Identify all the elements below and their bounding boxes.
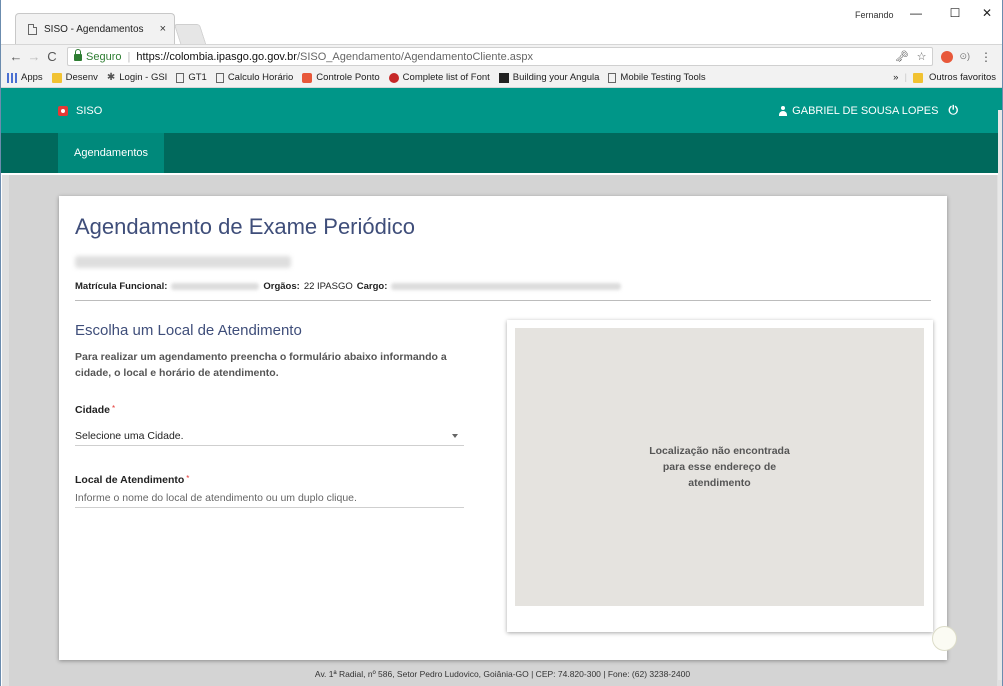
bookmark-calculo-horario[interactable]: Calculo Horário xyxy=(215,72,293,83)
page-icon xyxy=(215,72,224,83)
address-separator: | xyxy=(127,50,131,63)
extension-counter[interactable]: ⊙) xyxy=(959,51,970,62)
brand-logo-icon xyxy=(58,105,68,116)
secure-label: Seguro xyxy=(86,50,122,63)
bookmark-font-list[interactable]: Complete list of Font xyxy=(388,72,490,83)
local-atendimento-label: Local de Atendimento * xyxy=(75,474,190,486)
section-description: Para realizar um agendamento preencha o … xyxy=(75,351,447,379)
cidade-label: Cidade * xyxy=(75,404,116,416)
bookmark-desenv[interactable]: Desenv xyxy=(51,72,98,83)
browser-menu-icon[interactable]: ⋮ xyxy=(976,50,996,64)
red-square-icon xyxy=(302,72,313,83)
employee-info: Matrícula Funcional: Orgãos: 22 IPASGO C… xyxy=(75,281,625,292)
forward-button[interactable]: → xyxy=(25,49,43,64)
extension-icon[interactable] xyxy=(941,50,954,63)
nav-item-agendamentos[interactable]: Agendamentos xyxy=(58,133,164,173)
bookmarks-bar: Apps Desenv ✱ Login - GSI GT1 Calculo Hor… xyxy=(1,68,1002,88)
back-button[interactable]: ← xyxy=(7,49,25,64)
folder-icon xyxy=(51,72,62,83)
brand-name: SISO xyxy=(76,104,103,117)
cargo-label: Cargo: xyxy=(356,281,388,292)
browser-tab[interactable]: SISO - Agendamentos × xyxy=(15,13,175,44)
minimize-button[interactable]: — xyxy=(904,6,928,20)
address-toolbar: ← → C Seguro | https://colombia.ipasgo.g… xyxy=(1,44,1002,68)
new-tab-button[interactable] xyxy=(173,24,207,44)
browser-window: SISO - Agendamentos × Fernando — ☐ ✕ ← →… xyxy=(0,0,1003,686)
apps-icon xyxy=(7,72,17,83)
page-icon xyxy=(28,23,37,35)
map-card: Localização não encontrada para esse end… xyxy=(507,320,933,632)
redacted-matricula xyxy=(171,283,260,290)
key-icon[interactable]: 🗝 xyxy=(895,50,909,63)
cidade-select[interactable]: Selecione uma Cidade. xyxy=(75,426,464,446)
user-icon xyxy=(778,105,788,116)
user-menu[interactable]: GABRIEL DE SOUSA LOPES ⏻ xyxy=(778,103,958,118)
lock-icon xyxy=(74,49,82,61)
bookmarks-more-button[interactable]: » xyxy=(893,72,898,83)
required-mark: * xyxy=(186,474,190,483)
red-dot-icon xyxy=(388,72,399,83)
maximize-button[interactable]: ☐ xyxy=(943,6,967,20)
url-host: https://colombia.ipasgo.go.gov.br xyxy=(136,50,297,63)
browser-titlebar: SISO - Agendamentos × Fernando — ☐ ✕ xyxy=(1,0,1002,44)
matricula-label: Matrícula Funcional: xyxy=(75,281,168,292)
power-icon[interactable]: ⏻ xyxy=(949,103,959,118)
bookmark-controle-ponto[interactable]: Controle Ponto xyxy=(302,72,380,83)
bookmark-star-icon[interactable]: ☆ xyxy=(917,50,927,63)
cidade-selected-value: Selecione uma Cidade. xyxy=(75,429,184,442)
window-user-name: Fernando xyxy=(855,10,894,20)
address-bar-actions: 🗝 ☆ xyxy=(895,50,927,63)
footer-address: Av. 1ª Radial, nº 586, Setor Pedro Ludov… xyxy=(314,669,691,679)
bookmark-gt1[interactable]: GT1 xyxy=(176,72,207,83)
redacted-employee-name xyxy=(75,256,291,268)
address-bar[interactable]: Seguro | https://colombia.ipasgo.go.gov.… xyxy=(67,47,934,66)
redacted-cargo xyxy=(391,283,622,290)
tab-title: SISO - Agendamentos xyxy=(44,23,144,35)
folder-icon xyxy=(912,72,923,83)
url-path: /SISO_Agendamento/AgendamentoCliente.asp… xyxy=(296,50,534,63)
caret-down-icon xyxy=(452,433,458,438)
user-name: GABRIEL DE SOUSA LOPES xyxy=(792,104,939,117)
scheduling-card: Agendamento de Exame Periódico Matrícula… xyxy=(59,196,947,660)
orgaos-label: Orgãos: xyxy=(263,281,300,292)
bookmarks-separator: | xyxy=(904,72,907,83)
map-not-found-message: Localização não encontrada para esse end… xyxy=(649,445,790,489)
required-mark: * xyxy=(112,404,116,413)
header-divider xyxy=(75,300,931,301)
bookmark-angular[interactable]: Building your Angula xyxy=(498,72,599,83)
section-title: Escolha um Local de Atendimento xyxy=(75,322,302,339)
bookmark-mobile-testing[interactable]: Mobile Testing Tools xyxy=(608,72,706,83)
reload-button[interactable]: C xyxy=(43,49,61,64)
bookmarks-overflow: » | Outros favoritos xyxy=(893,72,996,83)
bookmark-apps[interactable]: Apps xyxy=(7,72,43,83)
page-title: Agendamento de Exame Periódico xyxy=(75,214,415,239)
star-icon: ✱ xyxy=(106,72,116,83)
page-scrollbar[interactable] xyxy=(998,110,1002,680)
map-area[interactable]: Localização não encontrada para esse end… xyxy=(515,328,924,606)
bookmark-login-gsi[interactable]: ✱ Login - GSI xyxy=(107,72,167,83)
tab-close-icon[interactable]: × xyxy=(160,23,166,35)
local-atendimento-input[interactable] xyxy=(75,489,464,508)
dark-square-icon xyxy=(498,72,509,83)
other-bookmarks[interactable]: Outros favoritos xyxy=(929,72,996,83)
page-icon xyxy=(176,72,185,83)
app-header: SISO GABRIEL DE SOUSA LOPES ⏻ xyxy=(1,88,1002,133)
app-brand[interactable]: SISO xyxy=(58,105,102,117)
close-window-button[interactable]: ✕ xyxy=(975,6,999,20)
orgaos-value: 22 IPASGO xyxy=(303,281,353,292)
floating-action-button[interactable] xyxy=(932,626,957,651)
page-icon xyxy=(608,72,617,83)
app-nav: Agendamentos xyxy=(1,133,1002,173)
